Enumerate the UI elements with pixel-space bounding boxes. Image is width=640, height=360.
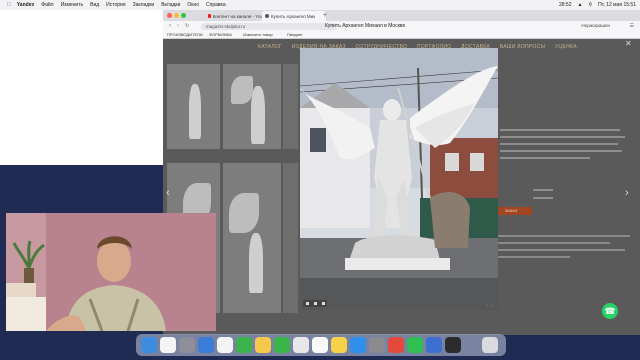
photo-counter: 8 / 9 (486, 303, 494, 308)
whatsapp-app-icon[interactable] (407, 337, 423, 353)
yandex-browser-icon[interactable] (217, 337, 233, 353)
telegram-icon[interactable] (426, 337, 442, 353)
close-lightbox-icon[interactable]: ✕ (625, 39, 632, 48)
tab-label: Контент на канале - You (212, 13, 263, 19)
share-icon[interactable] (321, 302, 325, 305)
facetime-icon[interactable] (274, 337, 290, 353)
calendar-icon[interactable] (160, 337, 176, 353)
reload-icon[interactable]: ↻ (185, 21, 189, 31)
gallery-thumbnail[interactable] (283, 163, 298, 313)
messages-icon[interactable] (236, 337, 252, 353)
new-tab-icon[interactable]: + (323, 10, 327, 21)
trash-icon[interactable] (482, 337, 498, 353)
product-notes (490, 235, 635, 258)
bookmark-item[interactable]: ПРОИЗВОДИТЕЛИ (167, 31, 203, 38)
clock[interactable]: Пт, 12 мая 15:51 (598, 2, 636, 8)
tab-youtube[interactable]: Контент на канале - You (205, 11, 266, 21)
webcam-feed (6, 213, 216, 331)
contacts-icon[interactable] (293, 337, 309, 353)
launchpad-icon[interactable] (179, 337, 195, 353)
menu-item-help[interactable]: Справка (206, 2, 226, 8)
bookmarks-bar: ПРОИЗВОДИТЕЛИ ФОРМОВКА Изменить товар Па… (163, 31, 640, 39)
minimize-window-icon[interactable] (174, 13, 179, 18)
menu-item-window[interactable]: Окно (187, 2, 199, 8)
extension-label[interactable]: Нераскрашен (581, 21, 610, 31)
gallery-thumbnail[interactable] (223, 64, 281, 149)
url-field[interactable]: magazin-skulptur.ru (201, 22, 336, 30)
globe-icon (265, 14, 269, 18)
nav-discount[interactable]: УЦЕНКА (555, 44, 577, 50)
youtube-icon (208, 14, 211, 18)
menu-bar:  Yandex Файл Изменить Вид История Закла… (0, 0, 640, 10)
battery-time[interactable]: 28:52 (559, 2, 572, 8)
prev-photo-icon[interactable]: ‹ (166, 187, 170, 199)
tab-bar: Контент на канале - You Купить Архангел … (163, 10, 640, 21)
menu-item-view[interactable]: Вид (90, 2, 99, 8)
gallery-thumbnail[interactable] (167, 64, 220, 149)
whatsapp-icon: ☎ (604, 306, 616, 316)
chrome-icon[interactable] (388, 337, 404, 353)
zoom-window-icon[interactable] (181, 13, 186, 18)
close-window-icon[interactable] (167, 13, 172, 18)
statue-photo (300, 48, 498, 310)
product-description (500, 129, 640, 164)
settings-icon[interactable] (369, 337, 385, 353)
bookmark-item[interactable]: Изменить товар (243, 31, 273, 38)
fullscreen-icon[interactable] (313, 302, 317, 305)
webcam-overlay (6, 213, 216, 331)
app-store-icon[interactable] (350, 337, 366, 353)
menu-item-tabs[interactable]: Вкладки (161, 2, 180, 8)
search-icon[interactable]: ⚲ (588, 2, 592, 8)
menu-icon[interactable]: ☰ (630, 21, 634, 31)
wifi-icon[interactable]: ▲ (577, 2, 582, 8)
menu-item-bookmarks[interactable]: Закладки (133, 2, 155, 8)
nav-catalog[interactable]: КАТАЛОГ (258, 44, 282, 50)
notes-icon[interactable] (331, 337, 347, 353)
zoom-icon[interactable] (305, 302, 309, 305)
reminders-icon[interactable] (312, 337, 328, 353)
forward-icon[interactable]: › (177, 21, 179, 31)
price-line (533, 197, 553, 199)
tab-label: Купить Архангел Мих (271, 13, 316, 19)
whatsapp-button[interactable]: ☎ (602, 303, 618, 319)
apple-icon[interactable]:  (7, 2, 11, 8)
tab-product[interactable]: Купить Архангел Мих (262, 11, 326, 21)
bookmark-item[interactable]: Пандинг (287, 31, 303, 38)
lightbox-photo[interactable]: 8 / 9 (300, 48, 498, 310)
menu-item-history[interactable]: История (106, 2, 125, 8)
finder-icon[interactable] (141, 337, 157, 353)
address-bar: ‹ › ↻ magazin-skulptur.ru Купить Арханге… (163, 21, 640, 31)
back-icon[interactable]: ‹ (169, 21, 171, 31)
next-photo-icon[interactable]: › (625, 187, 629, 199)
price-line (533, 189, 553, 191)
page-title: Купить Архангел Михаил в Москве (325, 23, 406, 29)
gallery-thumbnail[interactable] (283, 64, 298, 149)
nav-questions[interactable]: ВАШИ ВОПРОСЫ (500, 44, 545, 50)
safari-icon[interactable] (198, 337, 214, 353)
menu-item-edit[interactable]: Изменить (61, 2, 84, 8)
quicktime-icon[interactable] (445, 337, 461, 353)
bookmark-item[interactable]: ФОРМОВКА (209, 31, 232, 38)
photo-toolbar (303, 300, 327, 307)
dock (136, 334, 506, 356)
menu-app-name[interactable]: Yandex (17, 2, 35, 8)
photos-icon[interactable] (255, 337, 271, 353)
gallery-thumbnail[interactable] (223, 163, 281, 313)
menu-item-file[interactable]: Файл (41, 2, 53, 8)
